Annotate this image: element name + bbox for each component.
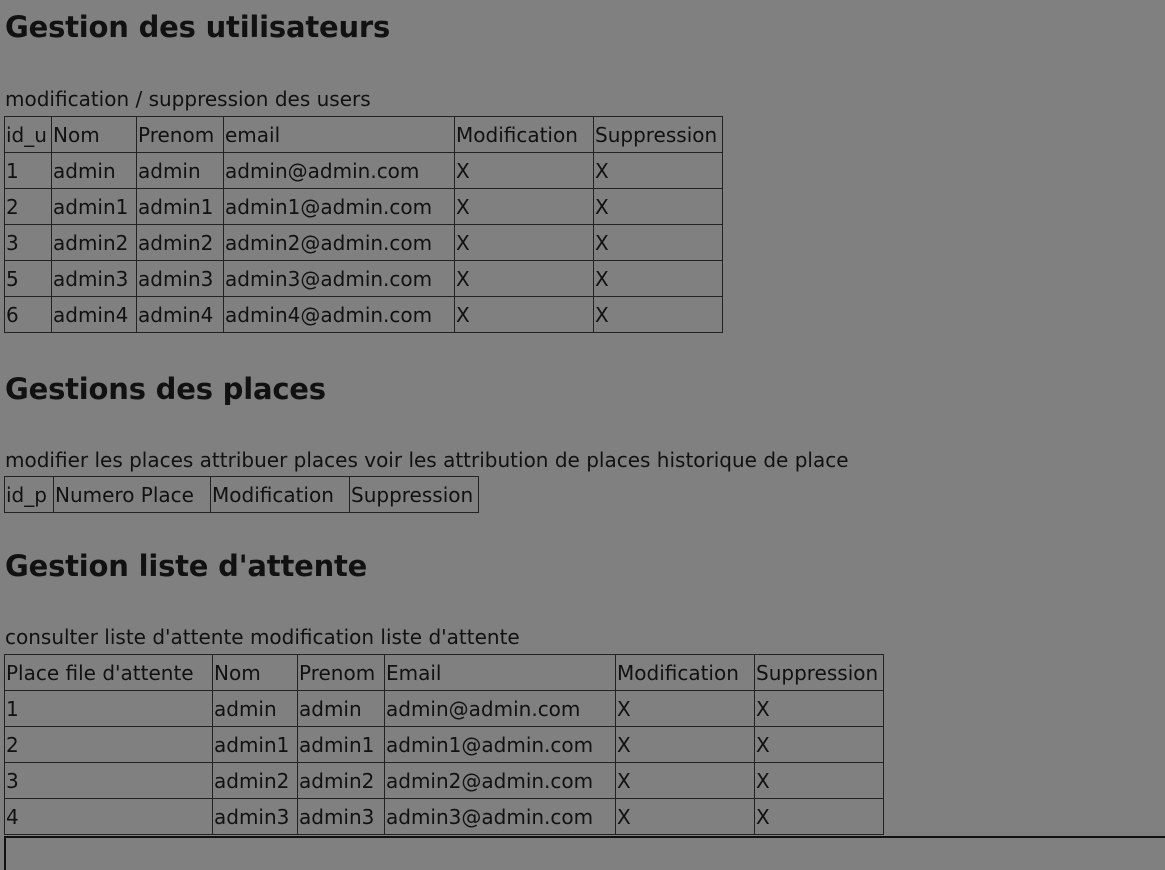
waitlist-email-cell: admin2@admin.com xyxy=(384,762,616,799)
table-row: 2 admin1 admin1 admin1@admin.com X X xyxy=(4,726,884,763)
users-col-email: email xyxy=(223,116,455,153)
waitlist-place-cell: 2 xyxy=(4,726,213,763)
waitlist-col-email: Email xyxy=(384,654,616,691)
edit-user-link[interactable]: X xyxy=(454,152,594,189)
edit-waitlist-link[interactable]: X xyxy=(615,798,755,835)
user-prenom-cell: admin2 xyxy=(136,224,224,261)
user-prenom-cell: admin xyxy=(136,152,224,189)
waitlist-place-cell: 1 xyxy=(4,690,213,727)
edit-waitlist-link[interactable]: X xyxy=(615,726,755,763)
waitlist-section-title: Gestion liste d'attente xyxy=(5,549,368,583)
waitlist-nom-cell: admin2 xyxy=(212,762,298,799)
edit-waitlist-link[interactable]: X xyxy=(615,762,755,799)
users-col-nom: Nom xyxy=(51,116,137,153)
waitlist-email-cell: admin3@admin.com xyxy=(384,798,616,835)
waitlist-email-cell: admin1@admin.com xyxy=(384,726,616,763)
waitlist-place-cell: 3 xyxy=(4,762,213,799)
user-id-cell: 5 xyxy=(4,260,52,297)
edit-waitlist-link[interactable]: X xyxy=(615,690,755,727)
waitlist-col-prenom: Prenom xyxy=(297,654,385,691)
users-col-modification: Modification xyxy=(454,116,594,153)
user-nom-cell: admin2 xyxy=(51,224,137,261)
user-nom-cell: admin3 xyxy=(51,260,137,297)
waitlist-col-suppression: Suppression xyxy=(754,654,884,691)
table-row: 3 admin2 admin2 admin2@admin.com X X xyxy=(4,224,723,261)
delete-waitlist-link[interactable]: X xyxy=(754,762,884,799)
users-col-suppression: Suppression xyxy=(593,116,723,153)
places-col-modification: Modification xyxy=(210,476,350,513)
user-nom-cell: admin1 xyxy=(51,188,137,225)
admin-page: Gestion des utilisateurs modification / … xyxy=(0,0,1165,870)
user-nom-cell: admin4 xyxy=(51,296,137,333)
delete-waitlist-link[interactable]: X xyxy=(754,798,884,835)
users-col-prenom: Prenom xyxy=(136,116,224,153)
user-nom-cell: admin xyxy=(51,152,137,189)
waitlist-section-subtitle: consulter liste d'attente modification l… xyxy=(5,625,520,649)
waitlist-place-cell: 4 xyxy=(4,798,213,835)
user-email-cell: admin@admin.com xyxy=(223,152,455,189)
waitlist-col-nom: Nom xyxy=(212,654,298,691)
places-col-suppression: Suppression xyxy=(349,476,479,513)
waitlist-prenom-cell: admin3 xyxy=(297,798,385,835)
delete-user-link[interactable]: X xyxy=(593,224,723,261)
waitlist-prenom-cell: admin1 xyxy=(297,726,385,763)
waitlist-nom-cell: admin xyxy=(212,690,298,727)
waitlist-nom-cell: admin1 xyxy=(212,726,298,763)
waitlist-email-cell: admin@admin.com xyxy=(384,690,616,727)
user-email-cell: admin1@admin.com xyxy=(223,188,455,225)
places-section-title: Gestions des places xyxy=(5,372,326,406)
waitlist-prenom-cell: admin xyxy=(297,690,385,727)
users-section-subtitle: modification / suppression des users xyxy=(5,87,371,111)
user-id-cell: 3 xyxy=(4,224,52,261)
table-row: 1 admin admin admin@admin.com X X xyxy=(4,152,723,189)
table-row: 3 admin2 admin2 admin2@admin.com X X xyxy=(4,762,884,799)
table-row: 6 admin4 admin4 admin4@admin.com X X xyxy=(4,296,723,333)
places-col-numero: Numero Place xyxy=(53,476,211,513)
table-row: 1 admin admin admin@admin.com X X xyxy=(4,690,884,727)
delete-waitlist-link[interactable]: X xyxy=(754,690,884,727)
user-id-cell: 1 xyxy=(4,152,52,189)
places-col-id: id_p xyxy=(4,476,54,513)
waitlist-nom-cell: admin3 xyxy=(212,798,298,835)
waitlist-col-modification: Modification xyxy=(615,654,755,691)
user-id-cell: 2 xyxy=(4,188,52,225)
edit-user-link[interactable]: X xyxy=(454,296,594,333)
user-email-cell: admin3@admin.com xyxy=(223,260,455,297)
delete-user-link[interactable]: X xyxy=(593,188,723,225)
users-table-header-row: id_u Nom Prenom email Modification Suppr… xyxy=(4,116,723,153)
users-table: id_u Nom Prenom email Modification Suppr… xyxy=(4,116,723,333)
user-email-cell: admin4@admin.com xyxy=(223,296,455,333)
waitlist-col-place: Place file d'attente xyxy=(4,654,213,691)
table-row: 2 admin1 admin1 admin1@admin.com X X xyxy=(4,188,723,225)
delete-waitlist-link[interactable]: X xyxy=(754,726,884,763)
waitlist-table: Place file d'attente Nom Prenom Email Mo… xyxy=(4,654,884,835)
users-section-title: Gestion des utilisateurs xyxy=(5,10,391,44)
user-id-cell: 6 xyxy=(4,296,52,333)
places-table: id_p Numero Place Modification Suppressi… xyxy=(4,476,479,513)
edit-user-link[interactable]: X xyxy=(454,224,594,261)
places-table-header-row: id_p Numero Place Modification Suppressi… xyxy=(4,476,479,513)
waitlist-prenom-cell: admin2 xyxy=(297,762,385,799)
user-prenom-cell: admin1 xyxy=(136,188,224,225)
delete-user-link[interactable]: X xyxy=(593,296,723,333)
bottom-panel xyxy=(4,836,1165,870)
user-email-cell: admin2@admin.com xyxy=(223,224,455,261)
waitlist-table-header-row: Place file d'attente Nom Prenom Email Mo… xyxy=(4,654,884,691)
delete-user-link[interactable]: X xyxy=(593,260,723,297)
table-row: 5 admin3 admin3 admin3@admin.com X X xyxy=(4,260,723,297)
user-prenom-cell: admin3 xyxy=(136,260,224,297)
table-row: 4 admin3 admin3 admin3@admin.com X X xyxy=(4,798,884,835)
delete-user-link[interactable]: X xyxy=(593,152,723,189)
edit-user-link[interactable]: X xyxy=(454,188,594,225)
places-section-subtitle: modifier les places attribuer places voi… xyxy=(5,448,849,472)
users-col-id: id_u xyxy=(4,116,52,153)
user-prenom-cell: admin4 xyxy=(136,296,224,333)
edit-user-link[interactable]: X xyxy=(454,260,594,297)
